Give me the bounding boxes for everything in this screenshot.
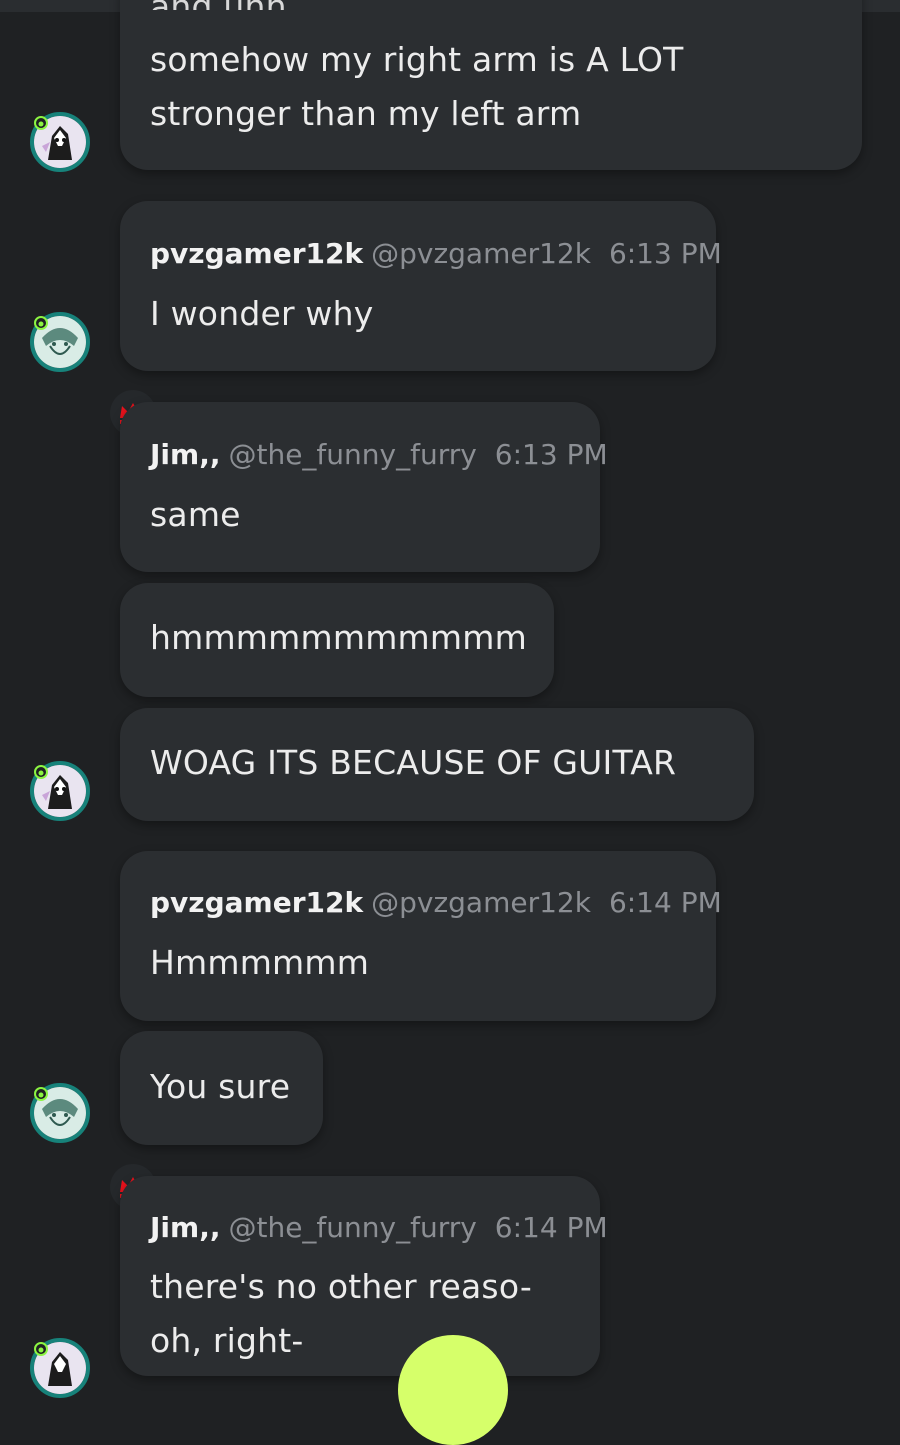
timestamp: 6:13 PM — [608, 237, 722, 270]
message-bubble[interactable]: pvzgamer12k @pvzgamer12k 6:13 PM I wonder … — [120, 201, 722, 371]
username[interactable]: pvzgamer12k — [150, 237, 363, 270]
status-badge-icon — [34, 1342, 48, 1356]
user-handle: @pvzgamer12k — [371, 886, 591, 919]
message-text: You sure — [150, 1067, 291, 1106]
message-text: stronger than my left arm — [150, 94, 582, 133]
username[interactable]: Jim,, — [150, 1211, 220, 1244]
status-badge-icon — [34, 1087, 48, 1101]
timestamp: 6:14 PM — [494, 1211, 608, 1244]
user-handle: @pvzgamer12k — [371, 237, 591, 270]
message-text: Hmmmmmm — [150, 943, 370, 982]
user-handle: @the_funny_furry — [228, 438, 477, 471]
message-bubble[interactable]: hmmmmmmmmmmm — [120, 583, 554, 697]
avatar[interactable] — [30, 112, 90, 172]
username[interactable]: pvzgamer12k — [150, 886, 363, 919]
avatar[interactable] — [30, 761, 90, 821]
message-text: WOAG ITS BECAUSE OF GUITAR — [150, 743, 677, 782]
message-text: hmmmmmmmmmmm — [150, 618, 527, 657]
message-bubble[interactable]: You sure — [120, 1031, 323, 1145]
timestamp: 6:14 PM — [608, 886, 722, 919]
message-text-partial: and uhh — [150, 0, 287, 10]
message-text: somehow my right arm is A LOT — [150, 40, 684, 79]
message-text: there's no other reaso- — [150, 1267, 532, 1306]
message-header: pvzgamer12k @pvzgamer12k 6:14 PM — [150, 886, 722, 920]
message-header: Jim,, @the_funny_furry 6:14 PM — [150, 1211, 608, 1245]
message-bubble[interactable]: Jim,, @the_funny_furry 6:14 PM there's no … — [120, 1176, 608, 1376]
timestamp: 6:13 PM — [494, 438, 608, 471]
status-badge-icon — [34, 765, 48, 779]
floating-action-button[interactable] — [398, 1335, 508, 1445]
message-bubble[interactable]: WOAG ITS BECAUSE OF GUITAR — [120, 708, 754, 821]
username[interactable]: Jim,, — [150, 438, 220, 471]
message-bubble[interactable]: and uhh somehow my right arm is A LOT st… — [120, 0, 862, 170]
avatar[interactable] — [30, 312, 90, 372]
status-badge-icon — [34, 316, 48, 330]
user-handle: @the_funny_furry — [228, 1211, 477, 1244]
message-header: pvzgamer12k @pvzgamer12k 6:13 PM — [150, 237, 722, 271]
avatar[interactable] — [30, 1338, 90, 1398]
message-bubble[interactable]: Jim,, @the_funny_furry 6:13 PM same — [120, 402, 608, 572]
avatar[interactable] — [30, 1083, 90, 1143]
message-text: I wonder why — [150, 294, 374, 333]
message-bubble[interactable]: pvzgamer12k @pvzgamer12k 6:14 PM Hmmmmmm — [120, 851, 722, 1021]
message-text: same — [150, 495, 241, 534]
message-text: oh, right- — [150, 1321, 304, 1360]
message-header: Jim,, @the_funny_furry 6:13 PM — [150, 438, 608, 472]
status-badge-icon — [34, 116, 48, 130]
